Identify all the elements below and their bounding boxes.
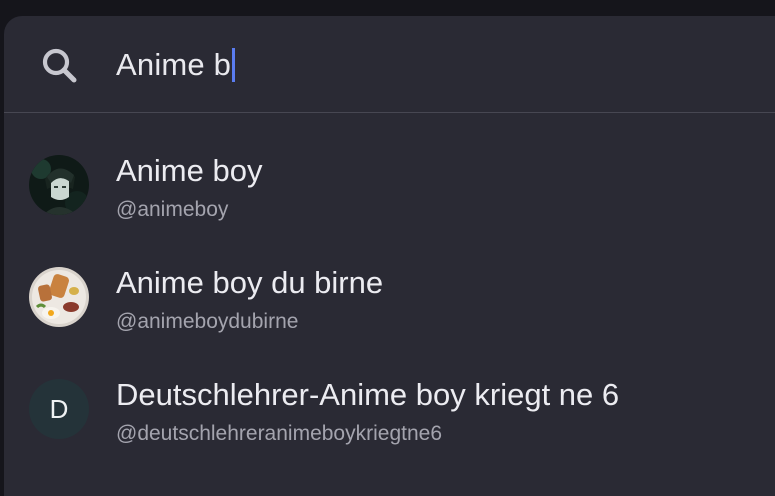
- result-name: Anime boy: [116, 153, 263, 188]
- search-panel: Anime b Anime boy @animeboy Anime boy du…: [4, 16, 775, 496]
- result-name: Anime boy du birne: [116, 265, 384, 300]
- avatar: [29, 155, 89, 215]
- result-handle: @deutschlehreranimeboykriegtne6: [116, 422, 443, 445]
- result-name: Deutschlehrer-Anime boy kriegt ne 6: [116, 377, 620, 412]
- avatar: [29, 267, 89, 327]
- avatar-image-food-plate: [29, 267, 89, 327]
- search-query-text: Anime b: [116, 47, 232, 82]
- search-result-item[interactable]: Anime boy @animeboy: [4, 113, 775, 225]
- result-handle: @animeboy: [116, 198, 229, 221]
- search-result-item[interactable]: Anime boy du birne @animeboydubirne: [4, 225, 775, 337]
- avatar-initial: D: [49, 393, 69, 424]
- avatar-image-anime-character: [29, 155, 89, 215]
- search-result-item[interactable]: D Deutschlehrer-Anime boy kriegt ne 6 @d…: [4, 337, 775, 449]
- search-bar[interactable]: Anime b: [4, 16, 775, 113]
- avatar: D: [29, 379, 89, 439]
- search-icon: [40, 46, 80, 86]
- result-handle: @animeboydubirne: [116, 310, 299, 333]
- search-input[interactable]: Anime b: [116, 44, 236, 86]
- text-caret: [232, 48, 236, 82]
